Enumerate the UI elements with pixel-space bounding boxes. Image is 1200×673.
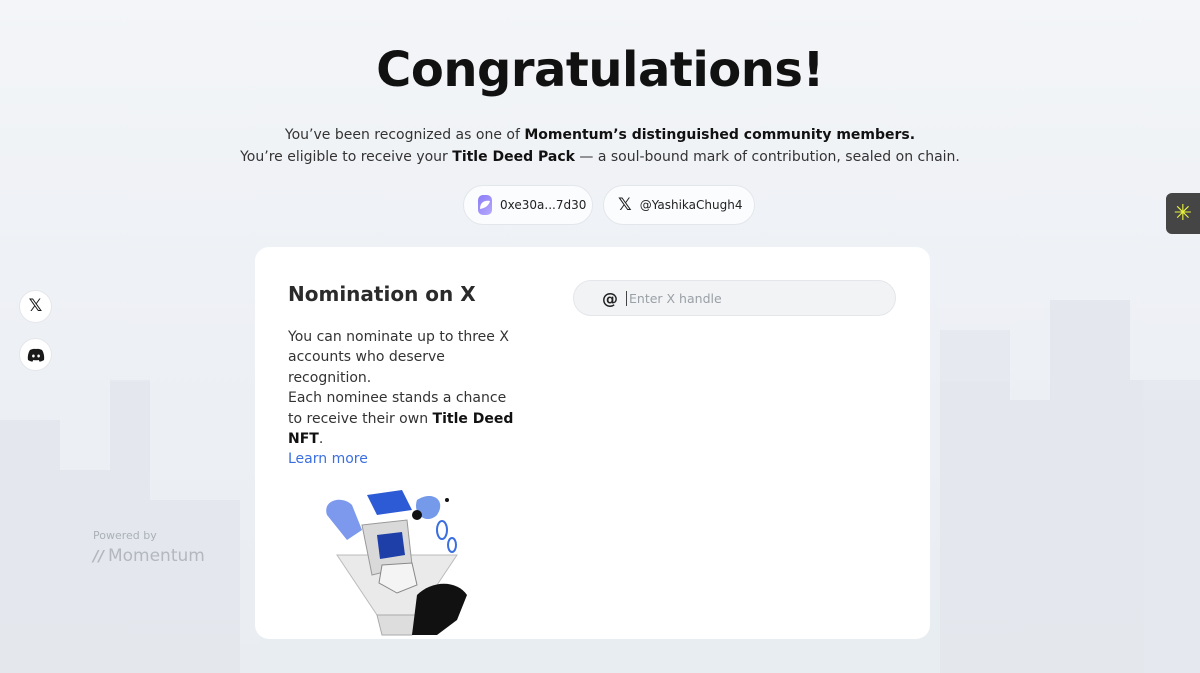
at-sign-icon: @ bbox=[602, 288, 618, 308]
wallet-chip[interactable]: 0xe30a...7d30 bbox=[463, 185, 593, 225]
card-desc-1: You can nominate up to three X accounts … bbox=[288, 329, 509, 386]
page-title: Congratulations! bbox=[376, 42, 824, 98]
page-subtitle: You’ve been recognized as one of Momentu… bbox=[0, 124, 1200, 168]
wallet-address: 0xe30a...7d30 bbox=[500, 198, 587, 212]
subtitle-line-2-bold: Title Deed Pack bbox=[452, 149, 575, 165]
floating-widget-button[interactable]: ✳ bbox=[1166, 193, 1200, 234]
wallet-icon bbox=[478, 195, 492, 215]
x-handle-input-wrapper[interactable]: @ bbox=[573, 280, 896, 316]
card-desc-2-suffix: . bbox=[318, 431, 324, 448]
learn-more-link[interactable]: Learn more bbox=[288, 449, 523, 469]
x-handle-text: @YashikaChugh4 bbox=[639, 198, 743, 212]
discord-social-button[interactable] bbox=[19, 338, 52, 371]
sparkle-icon: ✳ bbox=[1173, 201, 1193, 226]
momentum-mark-icon: // bbox=[93, 547, 104, 565]
subtitle-line-2: You’re eligible to receive your Title De… bbox=[0, 146, 1200, 168]
nomination-card: Nomination on X You can nominate up to t… bbox=[255, 247, 930, 639]
x-account-chip[interactable]: 𝕏 @YashikaChugh4 bbox=[603, 185, 755, 225]
card-desc-2: Each nominee stands a chance to receive … bbox=[288, 388, 523, 449]
title-deed-illustration bbox=[326, 490, 467, 636]
x-social-button[interactable]: 𝕏 bbox=[19, 290, 52, 323]
card-title: Nomination on X bbox=[288, 282, 476, 306]
subtitle-line-1-bold: Momentum’s distinguished community membe… bbox=[524, 127, 916, 143]
powered-by: Powered by // Momentum bbox=[93, 529, 205, 566]
momentum-logo[interactable]: // Momentum bbox=[93, 546, 205, 566]
subtitle-line-2-suffix: — a soul-bound mark of contribution, sea… bbox=[574, 149, 960, 165]
account-chips: 0xe30a...7d30 𝕏 @YashikaChugh4 bbox=[0, 185, 1200, 225]
subtitle-line-2-text: You’re eligible to receive your bbox=[240, 149, 453, 165]
powered-by-label: Powered by bbox=[93, 529, 157, 542]
momentum-brand-text: Momentum bbox=[107, 546, 205, 566]
card-description: You can nominate up to three X accounts … bbox=[288, 327, 523, 470]
x-icon: 𝕏 bbox=[28, 296, 43, 316]
discord-icon bbox=[27, 348, 44, 362]
x-handle-input[interactable] bbox=[626, 290, 866, 306]
subtitle-line-1-text: You’ve been recognized as one of bbox=[284, 127, 525, 143]
subtitle-line-1: You’ve been recognized as one of Momentu… bbox=[0, 124, 1200, 146]
x-icon: 𝕏 bbox=[618, 194, 632, 215]
